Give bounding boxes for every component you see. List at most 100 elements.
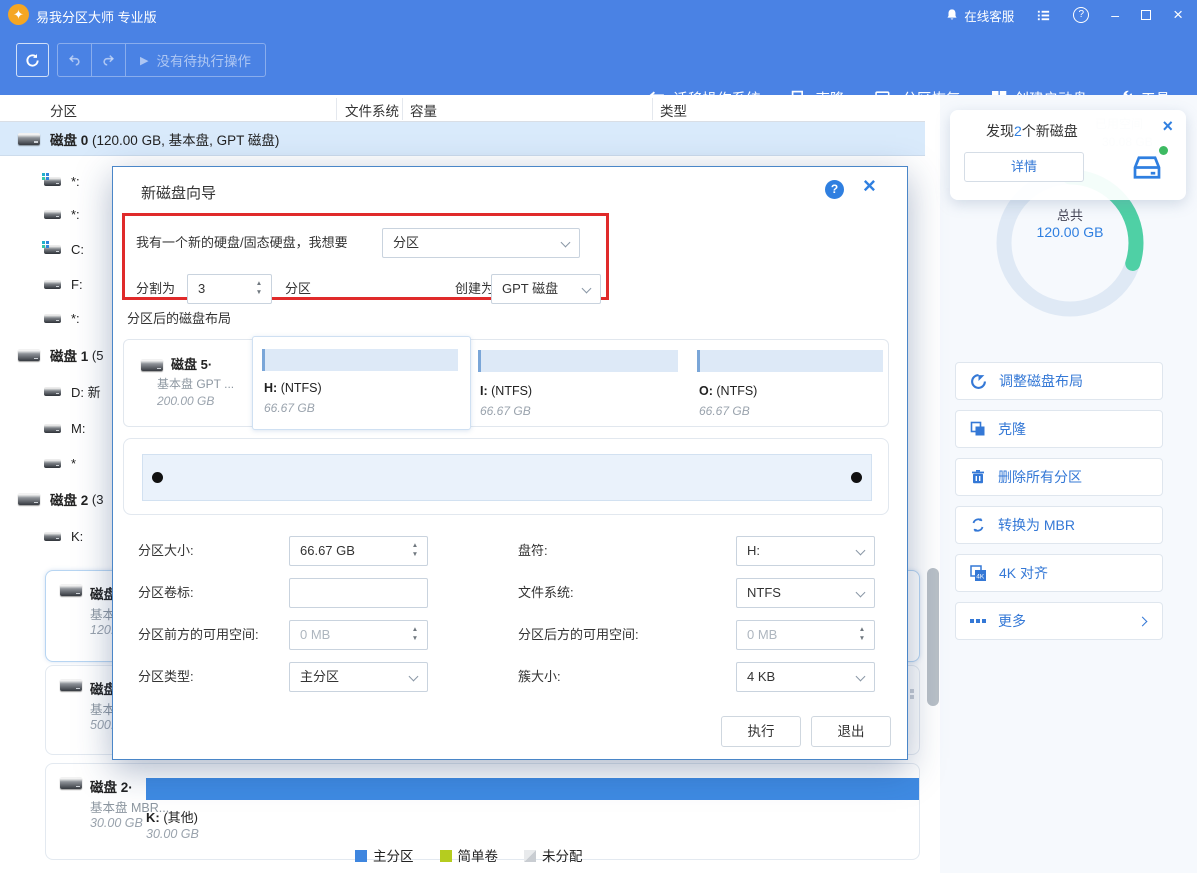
disk0-row[interactable]: 磁盘 0 (120.00 GB, 基本盘, GPT 磁盘) [0,122,925,156]
unallocated-swatch-icon [524,850,536,862]
chevron-right-icon [1138,617,1148,627]
tree-disk-item[interactable]: 磁盘 1 (5 [18,344,103,366]
tree-item[interactable]: *: [44,203,80,225]
tree-item[interactable]: *: [44,170,80,192]
create-as-select[interactable]: GPT 磁盘 [491,274,601,304]
vertical-scrollbar[interactable] [927,568,939,706]
tree-disk-item[interactable]: 磁盘 2 (3 [18,488,103,510]
disk-icon [141,359,163,371]
slider-right-handle[interactable] [851,472,862,483]
undo-button[interactable] [58,44,91,76]
partition-block-i[interactable]: I: (NTFS) 66.67 GB [474,340,691,426]
partition-label-input[interactable] [289,578,428,608]
partition-label: I: (NTFS) [480,384,532,398]
disk-icon [18,493,40,505]
partition-resize-slider [123,438,889,515]
space-before-spinner[interactable]: 0 MB▲▼ [289,620,428,650]
drive-letter-select[interactable]: H: [736,536,875,566]
more-button[interactable]: 更多 [955,602,1163,640]
slider-track[interactable] [142,454,872,501]
bell-icon [945,8,959,22]
partition-label: O: (NTFS) [699,384,757,398]
dialog-title: 新磁盘向导 [141,182,216,203]
filesystem-select[interactable]: NTFS [736,578,875,608]
close-button[interactable]: × [1173,8,1183,22]
delete-all-partitions-button[interactable]: 删除所有分区 [955,458,1163,496]
field-label: 簇大小: [518,662,561,692]
redo-button[interactable] [92,44,125,76]
partition-icon [44,459,61,468]
tree-item[interactable]: C: [44,238,84,260]
legend-unallocated: 未分配 [524,845,583,865]
legend: 主分区 简单卷 未分配 [355,845,583,865]
online-support-label: 在线客服 [964,6,1014,25]
execute-button[interactable]: 执行 [721,716,801,747]
chevron-down-icon [409,672,419,682]
notification-close-icon[interactable]: × [1162,116,1173,137]
partition-size: 66.67 GB [480,404,531,418]
col-type[interactable]: 类型 [660,100,687,120]
col-filesystem[interactable]: 文件系统 [345,100,399,120]
4k-align-button[interactable]: 4K 4K 对齐 [955,554,1163,592]
k-partition-size: 30.00 GB [146,827,199,841]
action-select[interactable]: 分区 [382,228,580,258]
partition-os-icon [44,245,61,254]
minimize-button[interactable]: – [1111,8,1119,22]
pending-operations-button[interactable]: ▶ 没有待执行操作 [126,44,265,76]
wizard-prompt: 我有一个新的硬盘/固态硬盘，我想要 [136,228,348,258]
cluster-size-select[interactable]: 4 KB [736,662,875,692]
partition-size: 66.67 GB [699,404,750,418]
operation-list-button[interactable] [1036,8,1051,23]
toolbar: ▶ 没有待执行操作 迁移操作系统 克隆 分区恢复 创建启动盘 [0,30,1197,95]
tree-item[interactable]: F: [44,273,83,295]
field-label: 分区卷标: [138,578,194,608]
convert-to-mbr-button[interactable]: 转换为 MBR [955,506,1163,544]
spinner-arrows-icon[interactable]: ▲▼ [410,541,420,559]
clone-icon [970,421,986,437]
tree-item[interactable]: *: [44,307,80,329]
slider-left-handle[interactable] [152,472,163,483]
clone-disk-button[interactable]: 克隆 [955,410,1163,448]
column-divider [336,98,337,120]
exit-button[interactable]: 退出 [811,716,891,747]
partition-block-h[interactable]: H: (NTFS) 66.67 GB [252,336,471,430]
disk-icon [18,349,40,361]
new-disk-dot-icon [1159,146,1168,155]
right-panel: 总共 120.00 GB 已用空间 30.08 GB 发现2个新磁盘 × 详情 … [940,95,1197,873]
play-icon: ▶ [140,54,148,67]
app-logo-icon: ✦ [8,4,29,25]
col-capacity[interactable]: 容量 [410,100,437,120]
partition-size-spinner[interactable]: 66.67 GB▲▼ [289,536,428,566]
chevron-down-icon [856,672,866,682]
adjust-layout-button[interactable]: 调整磁盘布局 [955,362,1163,400]
primary-swatch-icon [355,850,367,862]
legend-simple: 简单卷 [440,845,499,865]
details-button[interactable]: 详情 [964,152,1084,182]
chevron-down-icon [856,546,866,556]
tree-item[interactable]: D: 新 [44,380,101,402]
dialog-help-icon[interactable]: ? [825,180,844,199]
tree-item[interactable]: * [44,452,76,474]
new-disk-icon [1128,148,1166,184]
refresh-icon [25,53,40,68]
maximize-button[interactable] [1141,10,1151,20]
dialog-close-icon[interactable]: × [863,175,876,197]
online-support-button[interactable]: 在线客服 [945,6,1014,25]
preview-disk-size: 200.00 GB [157,394,214,408]
chevron-down-icon [582,284,592,294]
notification-title: 发现2个新磁盘 [986,121,1078,141]
pending-operations-label: 没有待执行操作 [156,50,251,70]
k-partition-bar[interactable] [146,778,919,800]
partition-block-o[interactable]: O: (NTFS) 66.67 GB [693,340,890,426]
col-partition[interactable]: 分区 [50,100,77,120]
tree-item[interactable]: M: [44,417,85,439]
help-icon[interactable]: ? [1073,7,1089,23]
space-after-spinner[interactable]: 0 MB▲▼ [736,620,875,650]
refresh-button[interactable] [16,43,49,77]
split-count-spinner[interactable]: 3 ▲▼ [187,274,272,304]
spinner-arrows-icon[interactable]: ▲▼ [254,279,264,297]
legend-primary: 主分区 [355,845,414,865]
tree-item[interactable]: K: [44,525,83,547]
field-label: 盘符: [518,536,548,566]
partition-type-select[interactable]: 主分区 [289,662,428,692]
